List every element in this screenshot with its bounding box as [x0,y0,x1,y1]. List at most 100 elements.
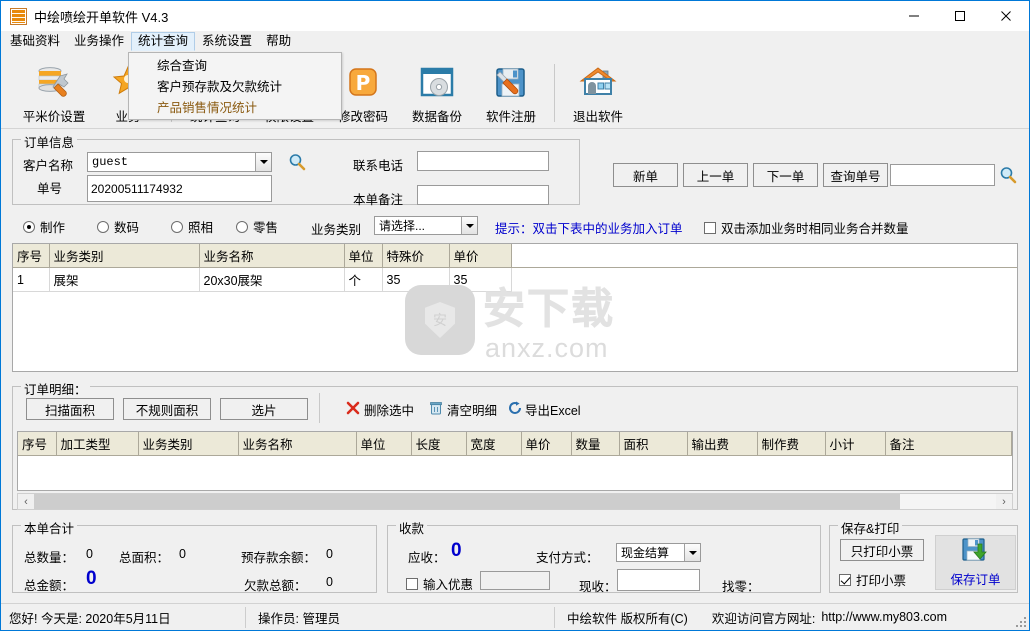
total-qty-value: 0 [86,547,93,561]
customer-name-combo[interactable]: guest [87,152,272,172]
query-order-button[interactable]: 查询单号 [823,163,888,187]
double-click-hint: 提示：双击下表中的业务加入订单 [495,222,683,236]
chevron-down-icon[interactable] [255,153,271,171]
password-p-icon: P [343,62,383,102]
menu-item-basic-data[interactable]: 基础资料 [3,32,67,51]
toolbar-button-register[interactable]: 软件注册 [474,56,548,126]
menu-item-system-settings[interactable]: 系统设置 [195,32,259,51]
scan-area-button[interactable]: 扫描面积 [26,398,114,420]
print-receipt-checkbox[interactable]: 打印小票 [839,570,906,589]
scroll-right-icon[interactable]: › [996,494,1012,509]
delete-selected-label: 删除选中 [364,404,415,418]
clear-detail-action[interactable]: 清空明细 [429,400,497,419]
radio-indicator [171,220,183,233]
dropdown-item-customer-prepaid-debt[interactable]: 客户预存款及欠款统计 [129,77,341,98]
col-production-fee[interactable]: 制作费 [757,432,826,456]
col-special-price[interactable]: 特殊价 [382,244,450,268]
total-debt-label: 欠款总额： [244,579,307,593]
export-icon [508,401,522,418]
checkbox-label: 输入优惠 [423,578,474,592]
business-category-combo[interactable]: 请选择... [374,216,478,235]
col-output-fee[interactable]: 输出费 [687,432,758,456]
col-remark[interactable]: 备注 [885,432,1012,456]
irregular-area-button[interactable]: 不规则面积 [123,398,211,420]
next-order-button[interactable]: 下一单 [753,163,818,187]
close-button[interactable] [983,1,1029,31]
scroll-thumb[interactable] [34,494,900,509]
col-unit-price[interactable]: 单价 [521,432,572,456]
order-no-input[interactable] [87,175,272,202]
cell-filler [511,267,1017,292]
totals-legend: 本单合计 [21,518,78,537]
change-label: 找零： [722,580,760,594]
radio-label: 零售 [253,221,279,235]
radio-digital[interactable]: 数码 [97,217,139,236]
maximize-button[interactable] [937,1,983,31]
minimize-button[interactable] [891,1,937,31]
radio-label: 数码 [114,221,140,235]
detail-grid-hscrollbar[interactable]: ‹ › [17,493,1013,510]
col-name[interactable]: 业务名称 [238,432,357,456]
scroll-left-icon[interactable]: ‹ [18,494,34,509]
col-unit-price[interactable]: 单价 [449,244,512,268]
order-detail-grid[interactable]: 序号 加工类型 业务类别 业务名称 单位 长度 宽度 单价 数量 面积 输出费 … [17,431,1013,491]
menu-item-statistics[interactable]: 统计查询 [131,32,196,51]
menu-item-help[interactable]: 帮助 [259,32,298,51]
col-quantity[interactable]: 数量 [571,432,620,456]
col-name[interactable]: 业务名称 [199,244,345,268]
remark-input[interactable] [417,185,549,205]
save-order-button[interactable]: 保存订单 [935,535,1016,590]
cell-name: 20x30展架 [199,267,345,292]
title-bar: 中绘喷绘开单软件 V4.3 [1,1,1029,31]
col-seq[interactable]: 序号 [18,432,57,456]
merge-quantity-checkbox[interactable]: 双击添加业务时相同业务合并数量 [704,218,909,237]
status-bar: 您好! 今天是: 2020年5月11日 操作员: 管理员 中绘软件 版权所有(C… [1,603,1029,630]
new-order-button[interactable]: 新单 [613,163,678,187]
business-category-value: 请选择... [379,219,426,233]
col-length[interactable]: 长度 [411,432,467,456]
discount-checkbox[interactable]: 输入优惠 [406,574,473,593]
chevron-down-icon[interactable] [684,544,700,561]
toolbar-button-backup[interactable]: 数据备份 [400,56,474,126]
table-row[interactable]: 1 展架 20x30展架 个 35 35 [13,267,1017,292]
prev-order-button[interactable]: 上一单 [683,163,748,187]
customer-search-icon[interactable] [288,153,306,171]
business-grid-header-row: 序号 业务类别 业务名称 单位 特殊价 单价 [13,244,1017,268]
chevron-down-icon[interactable] [461,217,477,234]
query-order-input[interactable] [890,164,995,186]
query-search-icon[interactable] [999,166,1017,184]
resize-grip-icon[interactable] [1015,616,1027,628]
col-unit[interactable]: 单位 [356,432,412,456]
radio-photo[interactable]: 照相 [171,217,213,236]
toolbar-button-price-settings[interactable]: 平米价设置 [17,56,91,126]
scroll-track[interactable] [34,494,996,509]
checkbox-label: 打印小票 [856,574,907,588]
col-subtotal[interactable]: 小计 [825,432,886,456]
received-input[interactable] [617,569,700,591]
col-area[interactable]: 面积 [619,432,688,456]
menu-item-business-ops[interactable]: 业务操作 [67,32,131,51]
phone-label: 联系电话 [353,159,404,173]
dropdown-item-product-sales[interactable]: 产品销售情况统计 [129,98,341,119]
select-photo-button[interactable]: 选片 [220,398,308,420]
export-excel-action[interactable]: 导出Excel [508,400,581,419]
dropdown-item-comprehensive-query[interactable]: 综合查询 [129,56,341,77]
radio-retail[interactable]: 零售 [236,217,278,236]
total-debt-value: 0 [326,575,333,589]
toolbar-button-exit[interactable]: 退出软件 [561,56,635,126]
col-category[interactable]: 业务类别 [49,244,200,268]
col-process-type[interactable]: 加工类型 [56,432,139,456]
col-category[interactable]: 业务类别 [138,432,239,456]
payment-method-combo[interactable]: 现金结算 [616,543,701,562]
radio-label: 制作 [40,221,66,235]
col-unit[interactable]: 单位 [344,244,383,268]
receivable-value: 0 [451,540,462,561]
business-grid[interactable]: 序号 业务类别 业务名称 单位 特殊价 单价 1 展架 20x30展架 个 35… [12,243,1018,372]
discount-input[interactable] [480,571,550,590]
radio-production[interactable]: 制作 [23,217,65,236]
print-receipt-only-button[interactable]: 只打印小票 [840,539,924,561]
phone-input[interactable] [417,151,549,171]
col-seq[interactable]: 序号 [13,244,50,268]
delete-selected-action[interactable]: 删除选中 [346,400,414,419]
col-width[interactable]: 宽度 [466,432,522,456]
